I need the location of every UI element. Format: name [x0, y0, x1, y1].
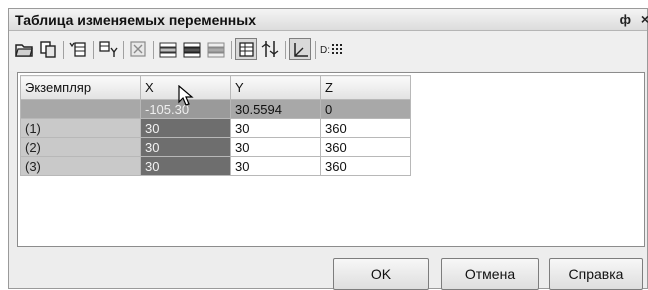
cell-y[interactable]: 30: [230, 156, 321, 176]
cell-z[interactable]: 360: [320, 156, 411, 176]
cell-y[interactable]: 30: [230, 118, 321, 138]
open-icon[interactable]: [13, 38, 35, 60]
axes-icon[interactable]: [289, 38, 311, 60]
column-header-y[interactable]: Y: [230, 75, 321, 100]
insert-column-icon[interactable]: [67, 38, 89, 60]
window-title: Таблица изменяемых переменных: [15, 12, 257, 28]
column-header-instance[interactable]: Экземпляр: [20, 75, 141, 100]
header-row: Экземпляр X Y Z: [20, 75, 411, 100]
row-header[interactable]: (1): [20, 118, 141, 138]
title-bar: Таблица изменяемых переменных ф ×: [9, 9, 648, 31]
table-view-icon[interactable]: [235, 38, 257, 60]
insert-row-icon[interactable]: [181, 38, 203, 60]
table-row: -105.30 30.5594 0: [20, 99, 411, 119]
row-header[interactable]: (3): [20, 156, 141, 176]
toolbar: D:: [9, 31, 647, 71]
cancel-button[interactable]: Отмена: [441, 258, 539, 290]
cell-y[interactable]: 30: [230, 137, 321, 157]
cell-z[interactable]: 360: [320, 118, 411, 138]
table-row: (2) 30 30 360: [20, 137, 411, 157]
adjust-icon[interactable]: [259, 38, 281, 60]
ok-button[interactable]: OK: [333, 258, 429, 290]
grid-dots-icon[interactable]: D:: [319, 38, 347, 60]
dots-label: D:: [320, 45, 330, 56]
table-row: (3) 30 30 360: [20, 156, 411, 176]
variables-grid[interactable]: Экземпляр X Y Z -105.30 30.5594 0 (1) 30…: [17, 72, 645, 247]
delete-icon[interactable]: [127, 38, 149, 60]
copy-icon[interactable]: [37, 38, 59, 60]
row-header[interactable]: [20, 99, 141, 119]
variables-table: Экземпляр X Y Z -105.30 30.5594 0 (1) 30…: [20, 75, 411, 176]
cell-y[interactable]: 30.5594: [230, 99, 321, 119]
cell-z[interactable]: 0: [320, 99, 411, 119]
table-row: (1) 30 30 360: [20, 118, 411, 138]
cell-z[interactable]: 360: [320, 137, 411, 157]
cell-x[interactable]: 30: [140, 156, 231, 176]
help-button[interactable]: Справка: [549, 258, 643, 290]
pin-icon[interactable]: ф: [620, 12, 631, 27]
cell-x[interactable]: 30: [140, 118, 231, 138]
close-icon[interactable]: ×: [641, 11, 648, 27]
formula-icon[interactable]: [97, 38, 119, 60]
variables-table-window: Таблица изменяемых переменных ф × D: Экз…: [8, 8, 648, 290]
mouse-cursor-icon: [178, 85, 194, 106]
remove-row-icon[interactable]: [205, 38, 227, 60]
column-header-z[interactable]: Z: [320, 75, 411, 100]
cell-x[interactable]: 30: [140, 137, 231, 157]
row-header[interactable]: (2): [20, 137, 141, 157]
add-row-icon[interactable]: [157, 38, 179, 60]
